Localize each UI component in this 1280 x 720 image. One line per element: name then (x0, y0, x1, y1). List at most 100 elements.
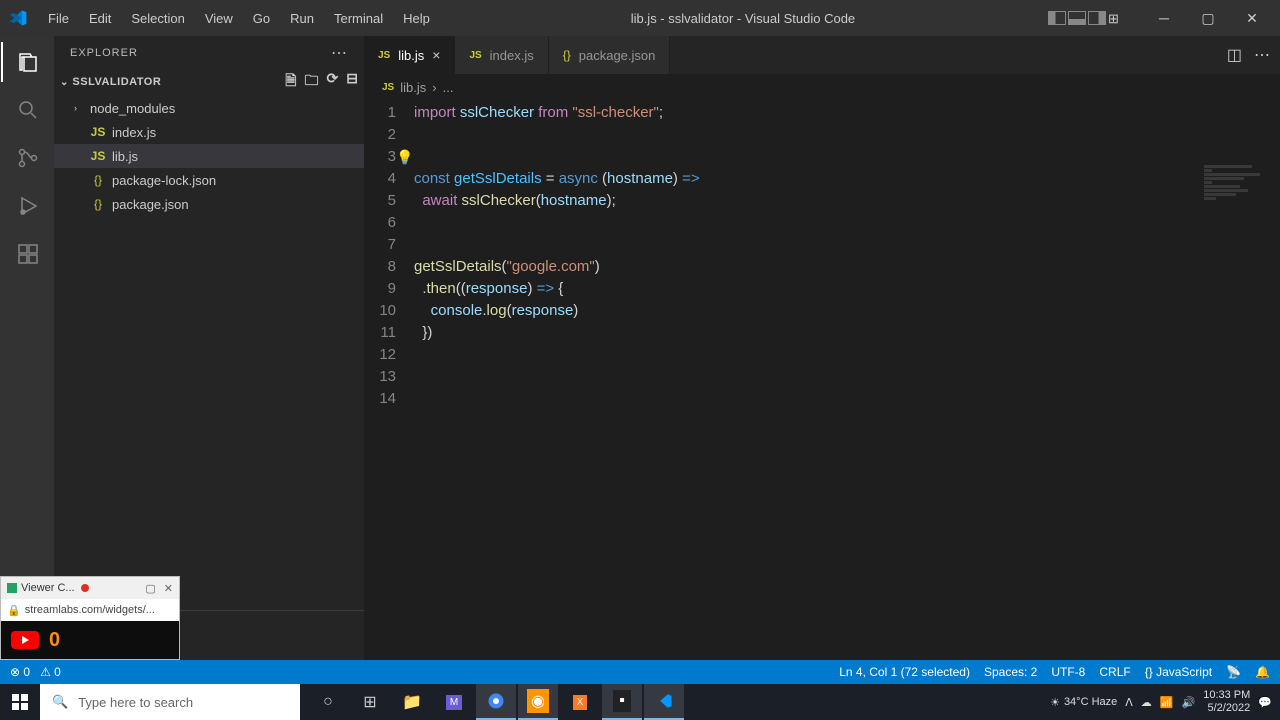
weather-widget[interactable]: ☀ 34°C Haze (1050, 696, 1117, 709)
youtube-widget: 0 (1, 621, 179, 659)
collapse-icon[interactable]: ⊟ (346, 70, 358, 94)
tray-onedrive-icon[interactable]: ☁ (1141, 696, 1152, 709)
taskbar-recorder-icon[interactable]: ◉ (518, 684, 558, 720)
refresh-icon[interactable]: ⟳ (327, 70, 339, 94)
lightbulb-icon[interactable]: 💡 (396, 146, 413, 168)
tree-file-package-lock[interactable]: {} package-lock.json (54, 168, 364, 192)
menu-view[interactable]: View (197, 7, 241, 30)
taskbar-search[interactable]: 🔍 Type here to search (40, 684, 300, 720)
breadcrumb[interactable]: JS lib.js › ... (364, 74, 1280, 100)
folder-header[interactable]: ⌄ SSLVALIDATOR 🗎 🗀 ⟳ ⊟ (54, 70, 364, 94)
menu-edit[interactable]: Edit (81, 7, 119, 30)
chevron-right-icon: › (74, 103, 84, 113)
menu-file[interactable]: File (40, 7, 77, 30)
extensions-icon[interactable] (14, 240, 42, 268)
tab-index[interactable]: JS index.js (455, 36, 548, 74)
status-indentation[interactable]: Spaces: 2 (984, 665, 1037, 679)
close-tab-icon[interactable]: × (432, 47, 440, 63)
menu-selection[interactable]: Selection (123, 7, 192, 30)
code-editor[interactable]: 1234567891011121314 💡 import sslChecker … (364, 100, 1280, 660)
editor-area: JS lib.js × JS index.js {} package.json … (364, 36, 1280, 660)
code-lines[interactable]: 💡 import sslChecker from "ssl-checker";c… (414, 100, 1280, 660)
tree-file-lib[interactable]: JS lib.js (54, 144, 364, 168)
toggle-secondary-sidebar-icon[interactable] (1088, 11, 1106, 25)
run-debug-icon[interactable] (14, 192, 42, 220)
status-errors[interactable]: ⊗ 0 (10, 665, 30, 679)
browser-maximize-icon[interactable]: ▢ (145, 582, 155, 595)
maximize-button[interactable]: ▢ (1188, 4, 1228, 32)
close-button[interactable]: ✕ (1232, 4, 1272, 32)
notification-badge-icon (81, 584, 89, 592)
status-bell-icon[interactable]: 🔔 (1255, 665, 1270, 679)
tree-folder-node-modules[interactable]: › node_modules (54, 96, 364, 120)
browser-overlay-window[interactable]: Viewer C... ▢ ✕ 🔒 streamlabs.com/widgets… (0, 576, 180, 660)
tray-chevron-icon[interactable]: ᐱ (1125, 696, 1133, 709)
toggle-primary-sidebar-icon[interactable] (1048, 11, 1066, 25)
status-feedback-icon[interactable]: 📡 (1226, 665, 1241, 679)
breadcrumb-sep: › (432, 80, 436, 95)
tree-item-label: node_modules (90, 101, 175, 116)
tree-file-index[interactable]: JS index.js (54, 120, 364, 144)
minimize-button[interactable]: ─ (1144, 4, 1184, 32)
taskbar-vscode-icon[interactable] (644, 684, 684, 720)
youtube-logo-icon (11, 631, 39, 649)
status-warnings[interactable]: ⚠ 0 (40, 665, 61, 679)
explorer-icon[interactable] (14, 48, 42, 76)
youtube-count: 0 (49, 629, 60, 652)
tree-item-label: index.js (112, 125, 156, 140)
breadcrumb-file: lib.js (400, 80, 426, 95)
activity-bar (0, 36, 54, 660)
more-actions-icon[interactable]: ⋯ (1254, 45, 1270, 65)
status-language[interactable]: {} JavaScript (1145, 665, 1212, 679)
explorer-more-icon[interactable]: ⋯ (331, 43, 348, 63)
chevron-down-icon: ⌄ (60, 77, 68, 88)
tree-file-package[interactable]: {} package.json (54, 192, 364, 216)
new-file-icon[interactable]: 🗎 (285, 70, 296, 94)
tree-item-label: package.json (112, 197, 189, 212)
search-placeholder: Type here to search (78, 695, 193, 710)
taskbar-explorer-icon[interactable]: 📁 (392, 684, 432, 720)
tray-clock[interactable]: 10:33 PM 5/2/2022 (1203, 689, 1250, 715)
line-numbers: 1234567891011121314 (364, 100, 414, 660)
taskbar-app-icon[interactable]: M (434, 684, 474, 720)
taskbar-terminal-icon[interactable]: ▪ (602, 684, 642, 720)
taskbar-chrome-icon[interactable] (476, 684, 516, 720)
start-button[interactable] (0, 684, 40, 720)
json-file-icon: {} (563, 48, 571, 62)
browser-url-bar[interactable]: 🔒 streamlabs.com/widgets/... (1, 599, 179, 621)
windows-taskbar: 🔍 Type here to search ○ ⊞ 📁 M ◉ X ▪ ☀ 34… (0, 684, 1280, 720)
tab-lib[interactable]: JS lib.js × (364, 36, 455, 74)
folder-name: SSLVALIDATOR (72, 76, 281, 88)
customize-layout-icon[interactable]: ⊞ (1108, 11, 1126, 25)
browser-close-icon[interactable]: ✕ (164, 582, 173, 595)
taskbar-taskview-icon[interactable]: ⊞ (350, 684, 390, 720)
status-encoding[interactable]: UTF-8 (1051, 665, 1085, 679)
source-control-icon[interactable] (14, 144, 42, 172)
tree-item-label: lib.js (112, 149, 138, 164)
tab-label: index.js (490, 48, 534, 63)
tab-package[interactable]: {} package.json (549, 36, 671, 74)
tab-label: package.json (579, 48, 656, 63)
new-folder-icon[interactable]: 🗀 (305, 70, 319, 94)
file-tree: › node_modules JS index.js JS lib.js {} … (54, 94, 364, 218)
taskbar-cortana-icon[interactable]: ○ (308, 684, 348, 720)
browser-url: streamlabs.com/widgets/... (25, 604, 155, 616)
menu-terminal[interactable]: Terminal (326, 7, 391, 30)
toggle-panel-icon[interactable] (1068, 11, 1086, 25)
tray-notifications-icon[interactable]: 💬 (1258, 696, 1272, 709)
split-editor-icon[interactable]: ◫ (1227, 45, 1242, 65)
tray-volume-icon[interactable]: 🔊 (1182, 696, 1196, 709)
menu-run[interactable]: Run (282, 7, 322, 30)
explorer-title: EXPLORER (70, 47, 138, 59)
menu-help[interactable]: Help (395, 7, 438, 30)
js-file-icon: JS (378, 50, 390, 61)
taskbar-apps: ○ ⊞ 📁 M ◉ X ▪ (308, 684, 684, 720)
status-cursor-position[interactable]: Ln 4, Col 1 (72 selected) (839, 665, 970, 679)
status-eol[interactable]: CRLF (1099, 665, 1130, 679)
json-file-icon: {} (90, 173, 106, 187)
search-icon[interactable] (14, 96, 42, 124)
taskbar-xampp-icon[interactable]: X (560, 684, 600, 720)
tray-wifi-icon[interactable]: 📶 (1160, 696, 1174, 709)
minimap[interactable] (1200, 164, 1280, 284)
menu-go[interactable]: Go (245, 7, 278, 30)
